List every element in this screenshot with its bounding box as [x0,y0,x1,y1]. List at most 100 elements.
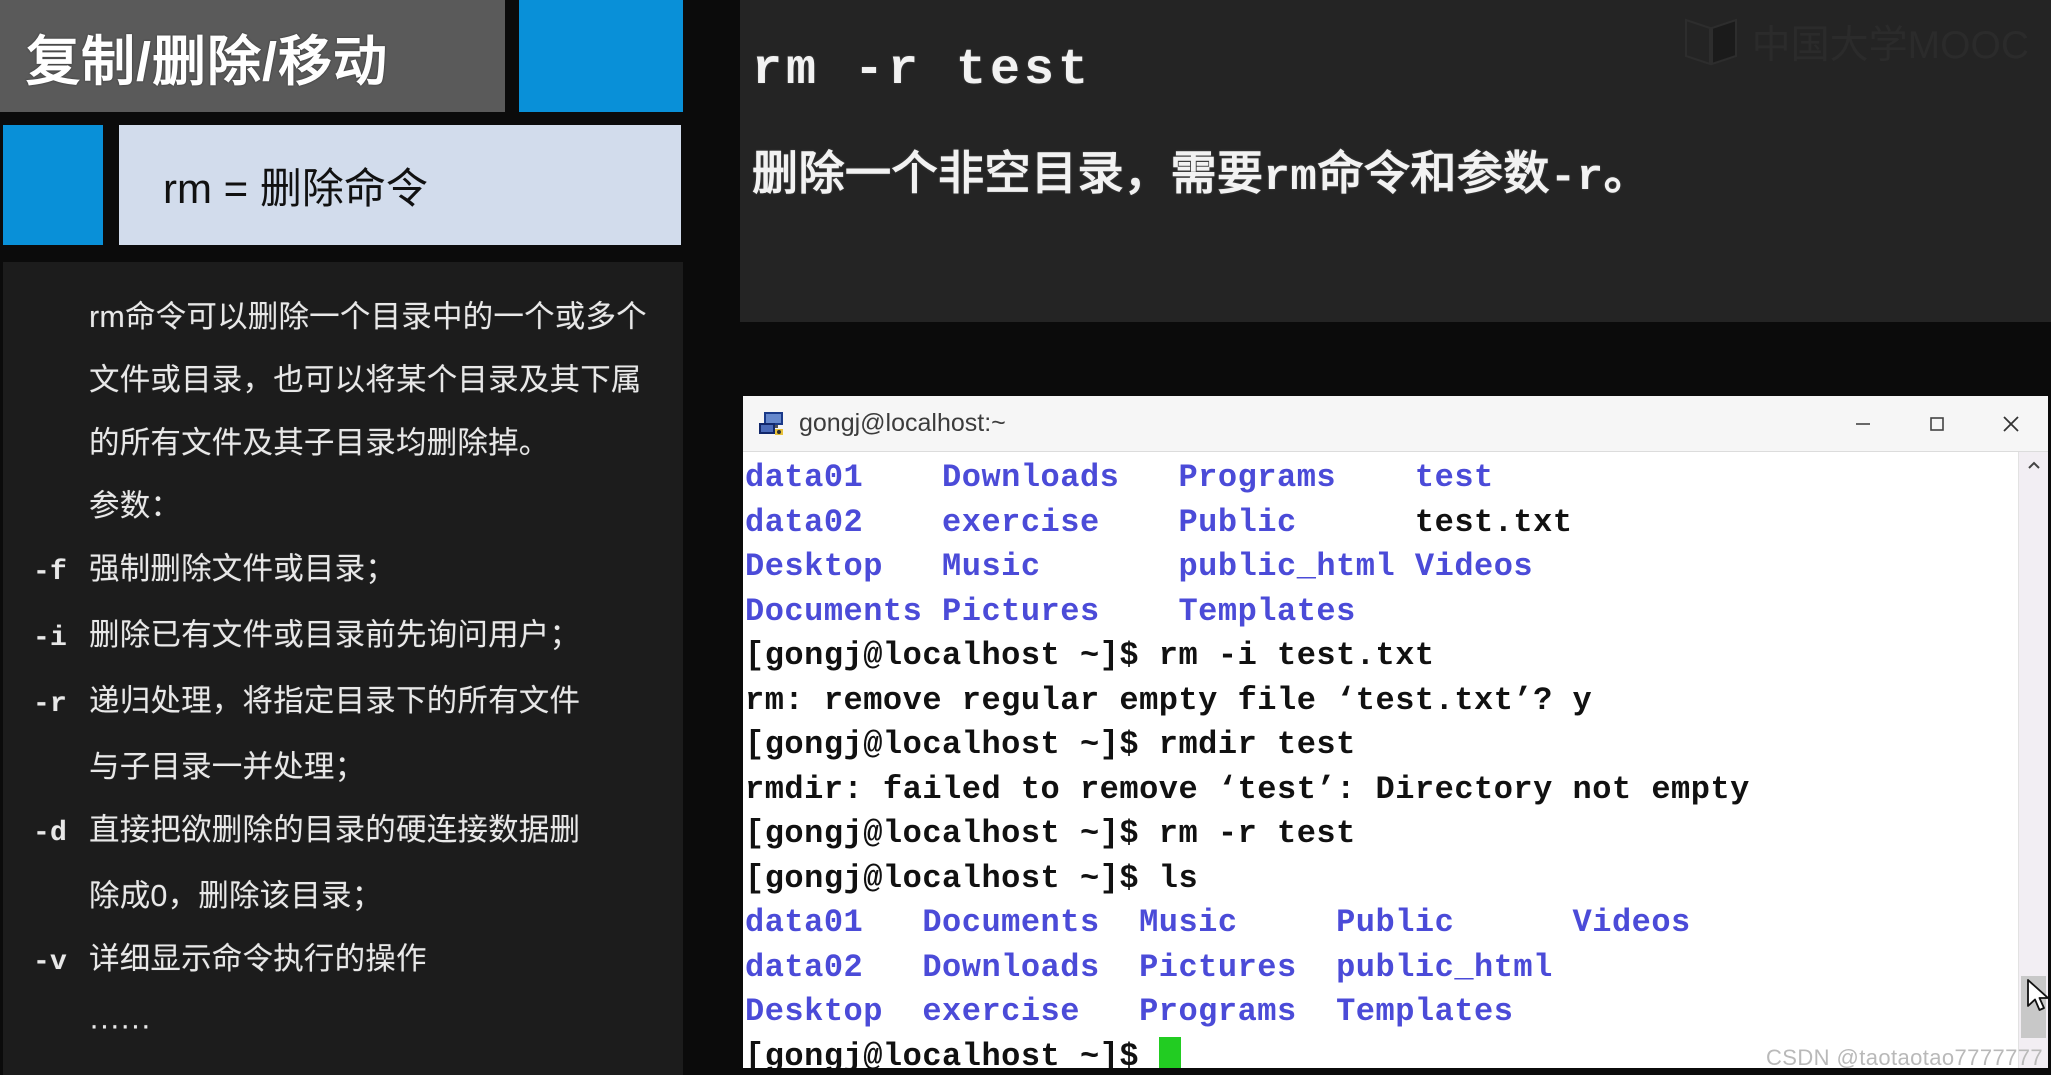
body-line-text: 直接把欲删除的目录的硬连接数据删 [89,813,581,847]
putty-computer-icon [759,411,783,435]
terminal-line: [gongj@localhost ~]$ rm -i test.txt [745,634,2018,679]
terminal-line: rm: remove regular empty file ‘test.txt’… [745,679,2018,724]
body-line-flag: -d [33,818,68,849]
body-line-text: 与子目录一并处理； [89,750,366,784]
body-line-text: 的所有文件及其子目录均删除掉。 [89,426,550,460]
terminal-line: data02 exercise Public test.txt [745,501,2018,546]
terminal-titlebar[interactable]: gongj@localhost:~ [743,396,2048,452]
desc-part-2: 命令和参数 [1317,147,1550,199]
desc-mono-rm: rm [1263,153,1318,203]
terminal-line: data02 Downloads Pictures public_html [745,946,2018,991]
definition-row: rm = 删除命令 [0,125,683,245]
directory-name: Desktop [745,993,923,1030]
description-body: rm命令可以删除一个目录中的一个或多个 文件或目录，也可以将某个目录及其下属 的… [3,262,683,1075]
desc-mono-r: -r [1549,153,1604,203]
definition-label: rm = 删除命令 [163,164,428,212]
body-line: 除成0，删除该目录； [33,865,657,928]
directory-name: test [1414,459,1494,496]
maximize-button[interactable] [1900,396,1974,452]
directory-name: data01 [745,904,923,941]
directory-name: Programs [1178,459,1415,496]
terminal-text: [gongj@localhost ~]$ ls [745,859,1199,897]
terminal-cursor [1158,1036,1181,1068]
terminal-line: Documents Pictures Templates [745,590,2018,635]
directory-name: Documents [745,592,943,630]
minimize-icon [1856,422,1870,425]
terminal-text: [gongj@localhost ~]$ rmdir test [745,726,1356,763]
window-controls [1826,396,2048,452]
directory-name: Templates [1336,993,1514,1030]
body-line: -f 强制删除文件或目录； [33,538,657,604]
body-line-text: 参数： [89,489,182,523]
directory-name: Desktop [745,548,943,585]
body-line: 文件或目录，也可以将某个目录及其下属 [33,349,657,412]
slide-canvas: 复制/删除/移动 rm = 删除命令 rm命令可以删除一个目录中的一个或多个 文… [0,0,2051,1075]
body-line-flag: -i [33,623,68,654]
body-line: ······ [33,994,657,1057]
terminal-text: [gongj@localhost ~]$ rm -r test [745,815,1356,852]
terminal-window[interactable]: gongj@localhost:~ data01 Downloads Progr… [740,393,2051,1071]
directory-name: Downloads [922,948,1140,986]
directory-name: data02 [745,948,923,986]
body-line-flag: -f [33,557,68,588]
directory-name: Public [1178,503,1415,541]
body-line-text: 强制删除文件或目录； [89,552,396,586]
book-icon [1684,18,1737,66]
mooc-logo-text: 中国大学MOOC [1751,24,2029,67]
directory-name: Templates [1178,592,1356,630]
terminal-text: rm: remove regular empty file ‘test.txt’… [745,681,1593,719]
definition-accent-square [3,125,103,245]
terminal-text: [gongj@localhost ~]$ [745,1037,1159,1069]
terminal-output[interactable]: data01 Downloads Programs test data02 exe… [743,452,2018,1068]
terminal-title: gongj@localhost:~ [799,409,1006,437]
close-button[interactable] [1974,396,2048,452]
terminal-text: [gongj@localhost ~]$ rm -i test.txt [745,637,1435,674]
body-line: rm命令可以删除一个目录中的一个或多个 [33,286,657,349]
directory-name: Music [942,548,1179,585]
directory-name: Music [1139,904,1337,941]
body-line: -v 详细显示命令执行的操作 [33,928,657,994]
close-icon [2003,415,2019,432]
directory-name: data02 [745,503,943,541]
desc-part-1: 删除一个非空目录，需要 [752,147,1264,199]
right-panel: 中国大学MOOC rm -r test 删除一个非空目录，需要rm命令和参数-r… [740,0,2051,1075]
page-title: 复制/删除/移动 [26,31,389,92]
body-line-flag: -v [33,947,68,978]
terminal-scrollbar[interactable] [2018,452,2048,1068]
scroll-up-arrow[interactable] [2019,452,2048,480]
terminal-body[interactable]: data01 Downloads Programs test data02 exe… [743,452,2048,1068]
terminal-line: data01 Downloads Programs test [745,456,2018,501]
directory-name: Public [1336,904,1573,941]
directory-name: data01 [745,459,943,496]
directory-name: exercise [922,993,1140,1030]
terminal-text: rmdir: failed to remove ‘test’: Director… [745,770,1750,808]
directory-name: public_html [1336,948,1553,986]
directory-name: Programs [1139,993,1337,1030]
terminal-line: [gongj@localhost ~]$ rm -r test [745,812,2018,857]
body-line-text: 删除已有文件或目录前先询问用户； [89,618,581,652]
body-line-text: 递归处理，将指定目录下的所有文件 [89,684,581,718]
body-line: -i 删除已有文件或目录前先询问用户； [33,604,657,670]
body-line: 与子目录一并处理； [33,736,657,799]
body-line-text: 除成0，删除该目录； [89,879,383,913]
header-description: 删除一个非空目录，需要rm命令和参数-r。 [752,137,2021,203]
directory-name: exercise [942,503,1179,541]
terminal-line: Desktop Music public_html Videos [745,545,2018,590]
directory-name: Pictures [942,592,1179,630]
maximize-icon [1930,416,1944,431]
terminal-line: data01 Documents Music Public Videos [745,901,2018,946]
desc-part-3: 。 [1603,147,1651,199]
directory-name: public_html [1178,548,1415,585]
header-box: 中国大学MOOC rm -r test 删除一个非空目录，需要rm命令和参数-r… [740,0,2051,322]
terminal-line: rmdir: failed to remove ‘test’: Director… [745,768,2018,813]
body-line-flag: -r [33,689,68,720]
csdn-watermark: CSDN @taotaotao7777777 [1766,1045,2043,1070]
mooc-logo: 中国大学MOOC [1684,14,2029,70]
body-line: -r 递归处理，将指定目录下的所有文件 [33,670,657,736]
scrollbar-thumb[interactable] [2021,976,2046,1038]
terminal-line: Desktop exercise Programs Templates [745,990,2018,1035]
body-line: 的所有文件及其子目录均删除掉。 [33,412,657,475]
minimize-button[interactable] [1826,396,1900,452]
body-line-text: ······ [89,1008,152,1042]
body-line: -d 直接把欲删除的目录的硬连接数据删 [33,799,657,865]
